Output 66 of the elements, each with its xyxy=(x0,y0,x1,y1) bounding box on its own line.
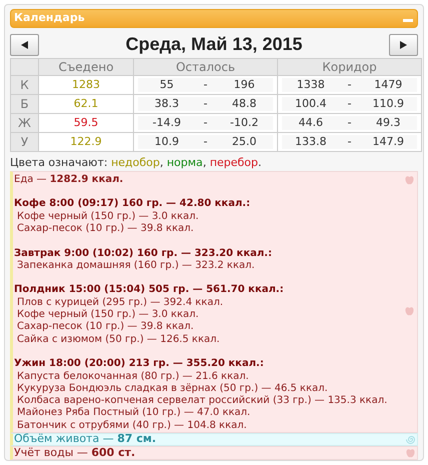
column-header: Съедено xyxy=(38,58,134,76)
table-cell-text: 1338 xyxy=(296,78,326,92)
food-item: Плов с курицей (295 гр.) — 392.4 ккал. xyxy=(17,296,224,309)
table-cell-text: 25.0 xyxy=(231,134,258,149)
food-item: Кофе черный (150 гр.) — 3.0 ккал. xyxy=(17,309,199,321)
water-intake-text: Учёт воды — 600 ст. xyxy=(14,444,136,461)
row-label: У xyxy=(10,132,38,152)
table-cell-text: -10.2 xyxy=(229,116,260,130)
table-cell-text: 38.3 xyxy=(154,96,180,111)
meal-header: Завтрак 9:00 (10:02) 160 гр. — 323.20 ккал.: xyxy=(14,248,272,260)
table-cell: 62.1 xyxy=(38,94,134,114)
meal-header: Кофе 8:00 (09:17) 160 гр. — 42.80 ккал.: xyxy=(14,198,250,211)
range-dash: - xyxy=(346,96,352,111)
meal-header: Полдник 15:00 (15:04) 505 гр. — 561.70 ккал.: xyxy=(14,284,284,297)
food-item: Кофе черный (150 гр.) — 3.0 ккал. xyxy=(17,210,199,223)
range-dash: - xyxy=(202,78,208,92)
date-title: Среда, Май 13, 2015 xyxy=(124,33,304,56)
column-header: Коридор xyxy=(278,58,422,76)
food-total: Еда — 1282.9 ккал. xyxy=(14,174,124,186)
spiral-icon xyxy=(406,435,415,444)
column-header: Осталось xyxy=(134,58,278,76)
table-cell-text: 55 xyxy=(158,78,175,92)
row-label: Б xyxy=(10,94,38,114)
table-cell-text: -14.9 xyxy=(152,116,182,130)
food-item: Капуста белокочанная (80 гр.) — 21.6 ккал. xyxy=(17,370,249,383)
panel-title: Календарь xyxy=(14,10,85,26)
food-item: Сахар-песок (10 гр.) — 39.8 ккал. xyxy=(17,321,194,334)
apple-icon xyxy=(406,448,415,458)
table-cell-text: 100.4 xyxy=(294,96,328,111)
row-label: Ж xyxy=(10,113,38,132)
range-dash: - xyxy=(346,78,352,92)
range-dash: - xyxy=(346,134,352,149)
next-day-button[interactable] xyxy=(389,34,418,56)
range-dash: - xyxy=(202,116,208,130)
table-cell: 1283 xyxy=(38,75,134,94)
food-item: Майонез Ряба Постный (10 гр.) — 47.0 ккал. xyxy=(17,407,250,420)
food-item: Колбаса варено-копченая сервелат российский (33 гр.) — 135.3 ккал. xyxy=(17,395,388,407)
range-dash: - xyxy=(202,96,208,111)
minus-icon xyxy=(403,19,413,22)
table-cell-text: 49.3 xyxy=(375,116,402,130)
table-cell: 122.9 xyxy=(38,132,134,152)
table-cell-text: 196 xyxy=(232,78,256,92)
food-item: Батончик с отрубями (40 гр.) — 104.8 ккал. xyxy=(17,420,247,432)
belly-size-text: Объём живота — 87 см. xyxy=(14,431,156,448)
food-item: Кукуруза Бондюэль сладкая в зёрнах (50 гр.) — 46.5 ккал. xyxy=(17,382,328,395)
row-label: К xyxy=(10,75,38,94)
table-cell: 59.5 xyxy=(38,113,134,132)
food-item: Запеканка домашняя (160 гр.) — 323.2 ккал. xyxy=(17,260,255,272)
range-dash: - xyxy=(346,116,352,130)
table-cell-text: 44.6 xyxy=(298,116,324,130)
left-triangle-icon xyxy=(21,40,28,49)
color-legend: Цвета означают: недобор, норма, перебор. xyxy=(10,156,418,169)
range-dash: - xyxy=(202,134,208,149)
meal-header: Ужин 18:00 (20:00) 213 гр. — 355.20 ккал.: xyxy=(14,358,264,371)
table-cell-text: 10.9 xyxy=(154,134,180,149)
table-cell-text: 1479 xyxy=(373,78,404,92)
food-item: Сахар-песок (10 гр.) — 39.8 ккал. xyxy=(17,222,194,236)
apple-icon xyxy=(405,306,414,316)
food-item: Сайка с изюмом (50 гр.) — 126.5 ккал. xyxy=(17,334,220,346)
right-triangle-icon xyxy=(400,40,407,49)
table-cell-text: 48.8 xyxy=(231,96,258,111)
apple-icon xyxy=(405,174,414,185)
table-cell-text: 147.9 xyxy=(372,134,405,149)
table-cell-text: 133.8 xyxy=(294,134,328,149)
previous-day-button[interactable] xyxy=(10,34,39,56)
table-cell-text: 110.9 xyxy=(372,96,405,111)
